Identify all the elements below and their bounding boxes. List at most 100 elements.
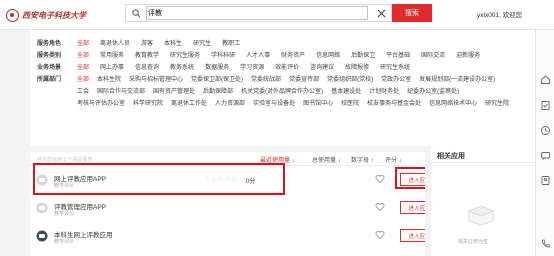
filter-row: 服务角色 全部 离退休人员 游客 本科生 研究生 教职工: [30, 38, 535, 50]
related-apps-panel: 相关应用 相关应用为空: [425, 146, 535, 256]
filter-option[interactable]: 离退休工作处: [171, 98, 207, 110]
filter-option[interactable]: 游客: [141, 38, 153, 50]
contact-icon[interactable]: [540, 175, 551, 186]
filter-label: 服务角色: [37, 41, 62, 47]
sort-score[interactable]: 评分 ↓: [385, 155, 402, 164]
search-input[interactable]: [146, 6, 368, 20]
filter-option[interactable]: 研究生服务: [170, 50, 200, 62]
filter-option[interactable]: 教职工: [222, 38, 240, 50]
filter-option[interactable]: 党委组织部(党校): [327, 74, 373, 86]
filter-option[interactable]: 学习资源: [240, 62, 264, 74]
filter-option[interactable]: 迎新服务: [456, 50, 480, 62]
filter-option[interactable]: 基本建设处: [331, 86, 361, 98]
main-panel: 服务角色 全部 离退休人员 游客 本科生 研究生 教职工 服务类别 全部 常用服务 教育教学 研究生服…: [30, 30, 535, 256]
todo-icon[interactable]: [540, 100, 551, 111]
filter-option[interactable]: 机关党委(对外品牌合作办公室): [241, 86, 323, 98]
filter-option[interactable]: 实验室与设备处: [253, 98, 295, 110]
filter-option[interactable]: 研究生院: [485, 98, 509, 110]
filter-option[interactable]: 教务系统: [170, 62, 194, 74]
filter-option[interactable]: 后勤保卫: [351, 50, 375, 62]
filter-option[interactable]: 离退休人员: [100, 38, 130, 50]
search-button[interactable]: 搜索: [392, 4, 432, 22]
result-count-hint: 共为您找到 3 个相关服务: [37, 157, 93, 163]
filter-option[interactable]: 人才人事: [246, 50, 270, 62]
filter-option[interactable]: 校医院: [341, 98, 359, 110]
filter-option[interactable]: 研究生系统: [380, 62, 410, 74]
filter-option[interactable]: 人力资源部: [215, 98, 245, 110]
related-divider: [431, 162, 535, 163]
message-icon[interactable]: [540, 150, 551, 161]
right-toolbar: [535, 30, 554, 256]
filter-option[interactable]: 工会: [77, 86, 89, 98]
filter-option[interactable]: 党政办公室: [381, 74, 411, 86]
list-item[interactable]: 评教管理应用APP 教学评价 进入应用: [30, 196, 439, 222]
list-item[interactable]: 本科生网上评教应用 教学评价 进入应用: [30, 224, 439, 250]
filter-option[interactable]: 计划财务处: [369, 86, 399, 98]
filter-option[interactable]: 信息查询: [135, 62, 159, 74]
filter-row: 所属部门 全部 本科生院 采购与招标管理中心 党委保卫部(保卫处) 党委统战部 党委宣传部党…: [30, 74, 535, 122]
filter-option[interactable]: 研究生: [193, 38, 211, 50]
app-category: 教学评价: [54, 211, 75, 217]
clear-search-icon[interactable]: [377, 9, 386, 18]
filter-option[interactable]: 采购与招标管理中心: [129, 74, 183, 86]
filter-option[interactable]: 全部: [77, 74, 89, 86]
favorite-heart-icon[interactable]: [375, 230, 385, 240]
filter-option[interactable]: 国际交流: [421, 50, 445, 62]
filter-option[interactable]: 校友事务与基金会处: [367, 98, 421, 110]
filter-option[interactable]: 发展规划部(一流建设办公室): [419, 74, 495, 86]
filter-option[interactable]: 纪委办公室(监察处): [407, 86, 459, 98]
search-box: [125, 4, 392, 22]
sort-total-usage[interactable]: 总使用量 ↓: [312, 155, 341, 164]
empty-box-icon: [467, 205, 495, 226]
app-icon: [36, 230, 48, 242]
related-apps-title: 相关应用: [437, 153, 465, 160]
phone-icon[interactable]: [540, 238, 551, 249]
filter-option[interactable]: 党委保卫部(保卫处): [191, 74, 243, 86]
filter-row: 服务类别 全部 常用服务 教育教学 研究生服务 学科科研 人才人事 财务资产 信息网络 后勤保卫平…: [30, 50, 535, 62]
filter-option[interactable]: 故障报修: [345, 62, 369, 74]
filter-option[interactable]: 信息网络: [316, 50, 340, 62]
history-clock-icon[interactable]: [540, 125, 551, 136]
filter-option[interactable]: 国有资产管理处: [153, 86, 195, 98]
filter-label: 服务类别: [37, 53, 62, 59]
filter-option[interactable]: 考核与评估办公室: [77, 98, 125, 110]
favorite-heart-icon[interactable]: [375, 202, 385, 212]
filter-label: 所属部门: [37, 77, 62, 83]
filter-option[interactable]: 常用服务: [100, 50, 124, 62]
filter-row: 业务场景 全部 网上办事 信息查询 教务系统 数据服务 学习资源 效能评价 咨询建议 故障报修 研究…: [30, 62, 535, 74]
sort-alphabet[interactable]: 数字母 ↑: [351, 155, 374, 164]
filter-option[interactable]: 信息网络技术中心: [429, 98, 477, 110]
filter-option[interactable]: 图书馆中心: [303, 98, 333, 110]
highlight-box-app-row: [33, 163, 285, 195]
favorite-heart-icon[interactable]: [375, 174, 385, 184]
filter-option[interactable]: 数据服务: [205, 62, 229, 74]
filter-option[interactable]: 效能评价: [275, 62, 299, 74]
filter-option[interactable]: 财务资产: [281, 50, 305, 62]
filter-option[interactable]: 全部: [77, 62, 89, 74]
filter-options: 全部 网上办事 信息查询 教务系统 数据服务 学习资源 效能评价 咨询建议 故障报修 研究生系统: [77, 62, 522, 74]
app-category: 教学评价: [54, 239, 75, 245]
empty-state-text: 相关应用为空: [458, 239, 489, 245]
filter-option[interactable]: 平台基础: [386, 50, 410, 62]
filter-option[interactable]: 国际合作与交流部: [97, 86, 145, 98]
filter-option[interactable]: 全部: [77, 38, 89, 50]
filter-option[interactable]: 咨询建议: [310, 62, 334, 74]
filter-option[interactable]: 科学研究院: [133, 98, 163, 110]
university-logo[interactable]: 西安电子科技大学: [6, 6, 86, 24]
filter-option[interactable]: 本科生: [164, 38, 182, 50]
filter-panel: 服务角色 全部 离退休人员 游客 本科生 研究生 教职工 服务类别 全部 常用服务 教育教学 研究生服…: [30, 38, 535, 122]
filter-option[interactable]: 本科生院: [97, 74, 121, 86]
filter-option[interactable]: 全部: [77, 50, 89, 62]
app-icon: [36, 202, 48, 214]
filter-options: 全部 常用服务 教育教学 研究生服务 学科科研 人才人事 财务资产 信息网络 后勤保卫 平台基础国…: [77, 50, 522, 62]
logo-text: 西安电子科技大学: [22, 9, 86, 20]
home-icon[interactable]: [540, 74, 551, 85]
search-icon: [132, 9, 141, 18]
filter-option[interactable]: 网上办事: [100, 62, 124, 74]
filter-option[interactable]: 党委统战部: [251, 74, 281, 86]
filter-option[interactable]: 后勤保障部: [203, 86, 233, 98]
filter-option[interactable]: 党委宣传部: [289, 74, 319, 86]
filter-option[interactable]: 学科科研: [211, 50, 235, 62]
filter-option[interactable]: 教育教学: [135, 50, 159, 62]
user-greeting[interactable]: yxlx001, 欢迎您: [477, 9, 522, 19]
